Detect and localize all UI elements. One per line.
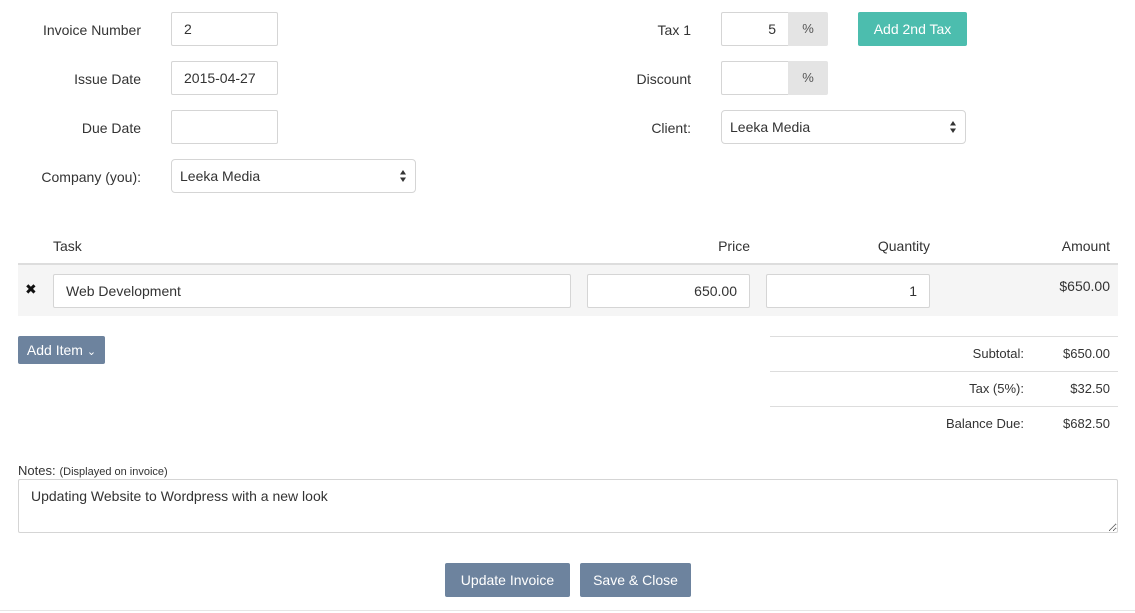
save-close-button[interactable]: Save & Close [580,563,691,597]
tax-value: $32.50 [1070,381,1110,396]
task-input[interactable] [53,274,571,308]
column-header-price: Price [718,238,750,254]
notes-label-group: Notes: (Displayed on invoice) [18,461,168,481]
totals-divider [770,406,1118,407]
close-icon[interactable]: ✖ [25,279,37,299]
client-select-value: Leeka Media [730,119,811,135]
company-label: Company (you): [41,169,141,185]
company-select[interactable]: Leeka Media [171,159,416,193]
discount-percent-addon: % [788,61,828,95]
notes-hint: (Displayed on invoice) [59,466,168,478]
table-row: ✖ $650.00 [18,265,1118,316]
balance-due-label: Balance Due: [945,416,1024,431]
tax-label: Tax (5%): [969,381,1024,396]
invoice-number-label: Invoice Number [42,22,141,38]
due-date-input[interactable] [171,110,278,144]
sort-arrows-icon [400,170,406,182]
footer-divider [0,610,1135,611]
quantity-input[interactable] [766,274,930,308]
column-header-task: Task [53,238,82,254]
chevron-down-icon: ⌄ [86,346,97,358]
add-2nd-tax-button[interactable]: Add 2nd Tax [858,12,967,46]
add-item-label: Add Item [26,342,83,358]
tax1-label: Tax 1 [657,22,691,38]
add-item-button[interactable]: Add Item ⌄ [18,336,105,364]
subtotal-label: Subtotal: [972,346,1024,361]
client-label: Client: [651,120,691,136]
company-select-value: Leeka Media [180,168,261,184]
notes-textarea[interactable]: Updating Website to Wordpress with a new… [18,479,1118,533]
subtotal-value: $650.00 [1063,346,1110,361]
notes-label: Notes: [18,463,56,478]
balance-due-value: $682.50 [1063,416,1110,431]
tax1-input[interactable] [721,12,789,46]
totals-divider [770,371,1118,372]
discount-label: Discount [636,71,691,87]
amount-value: $650.00 [1059,278,1110,294]
tax1-percent-addon: % [788,12,828,46]
column-header-quantity: Quantity [877,238,930,254]
client-select[interactable]: Leeka Media [721,110,966,144]
column-header-amount: Amount [1061,238,1110,254]
sort-arrows-icon [950,121,956,133]
due-date-label: Due Date [81,120,141,136]
issue-date-input[interactable] [171,61,278,95]
update-invoice-button[interactable]: Update Invoice [445,563,570,597]
discount-input[interactable] [721,61,789,95]
totals-divider-top [770,336,1118,337]
price-input[interactable] [587,274,750,308]
issue-date-label: Issue Date [74,71,141,87]
invoice-number-input[interactable] [171,12,278,46]
